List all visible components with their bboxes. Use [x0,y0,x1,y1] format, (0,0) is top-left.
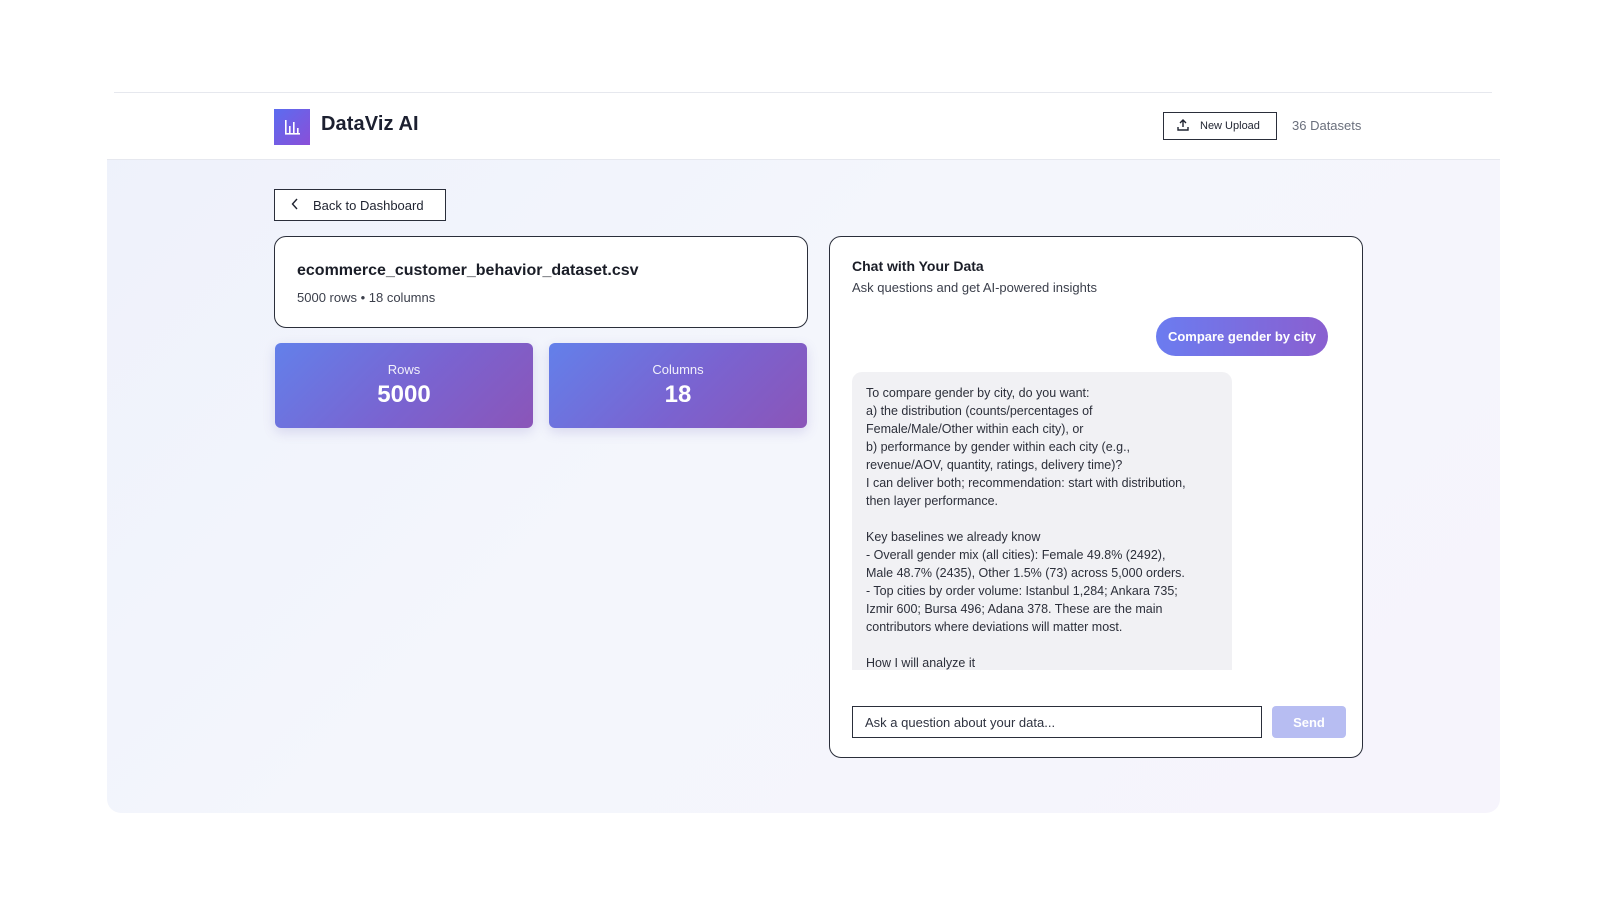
file-info-card: ecommerce_customer_behavior_dataset.csv … [274,236,808,328]
ai-message-line: Key baselines we already know [866,530,1041,544]
brand-name: DataViz AI [321,113,419,135]
ai-message-line: b) performance by gender within each cit… [866,440,1131,454]
messages-scroll-area[interactable]: To compare gender by city, do you want: a… [852,372,1232,670]
columns-stat-card: Columns 18 [549,343,807,428]
back-label: Back to Dashboard [313,197,424,213]
back-to-dashboard-button[interactable]: Back to Dashboard [274,189,446,221]
chat-subtitle: Ask questions and get AI-powered insight… [852,280,1097,295]
stat-label: Columns [652,362,704,377]
bar-chart-icon[interactable] [274,109,310,145]
ai-message-line: - Overall gender mix (all cities): Femal… [866,548,1166,562]
ai-message-line: I can deliver both; recommendation: star… [866,476,1186,490]
ai-message-line [866,636,1218,654]
chevron-left-icon [291,198,299,213]
ai-message-line: Female/Male/Other within each city), or [866,422,1084,436]
ai-message-line: Izmir 600; Bursa 496; Adana 378. These a… [866,602,1163,616]
send-button[interactable]: Send [1272,706,1346,738]
ai-message-line [866,510,1218,528]
file-name: ecommerce_customer_behavior_dataset.csv [297,262,639,279]
upload-icon [1176,118,1190,135]
stat-label: Rows [387,362,421,377]
new-upload-label: New Upload [1200,120,1260,132]
ai-message-line: contributors where deviations will matte… [866,620,1123,634]
ai-message-line: How I will analyze it [866,656,976,670]
chat-title: Chat with Your Data [852,258,984,274]
new-upload-button[interactable]: New Upload [1163,112,1277,140]
ai-message-line: To compare gender by city, do you want: [866,386,1090,400]
stat-value: 5000 [377,381,431,408]
stat-value: 18 [664,381,692,408]
ai-message-line: - Top cities by order volume: Istanbul 1… [866,584,1178,598]
ai-message: To compare gender by city, do you want: a… [852,372,1232,670]
ai-message-line: revenue/AOV, quantity, ratings, delivery… [866,458,1123,472]
ai-message-line: Male 48.7% (2435), Other 1.5% (73) acros… [866,566,1185,580]
file-meta: 5000 rows • 18 columns [297,290,436,305]
app-frame: DataViz AI New Upload 36 Datasets Back t… [107,93,1500,813]
datasets-count: 36 Datasets [1292,118,1362,133]
user-message: Compare gender by city [1156,317,1328,356]
ai-message-line: a) the distribution (counts/percentages … [866,404,1093,418]
ai-message-line: then layer performance. [866,494,999,508]
question-input[interactable] [852,706,1262,738]
chat-panel: Chat with Your Data Ask questions and ge… [829,236,1363,758]
app-header: DataViz AI New Upload 36 Datasets [107,93,1500,160]
rows-stat-card: Rows 5000 [275,343,533,428]
